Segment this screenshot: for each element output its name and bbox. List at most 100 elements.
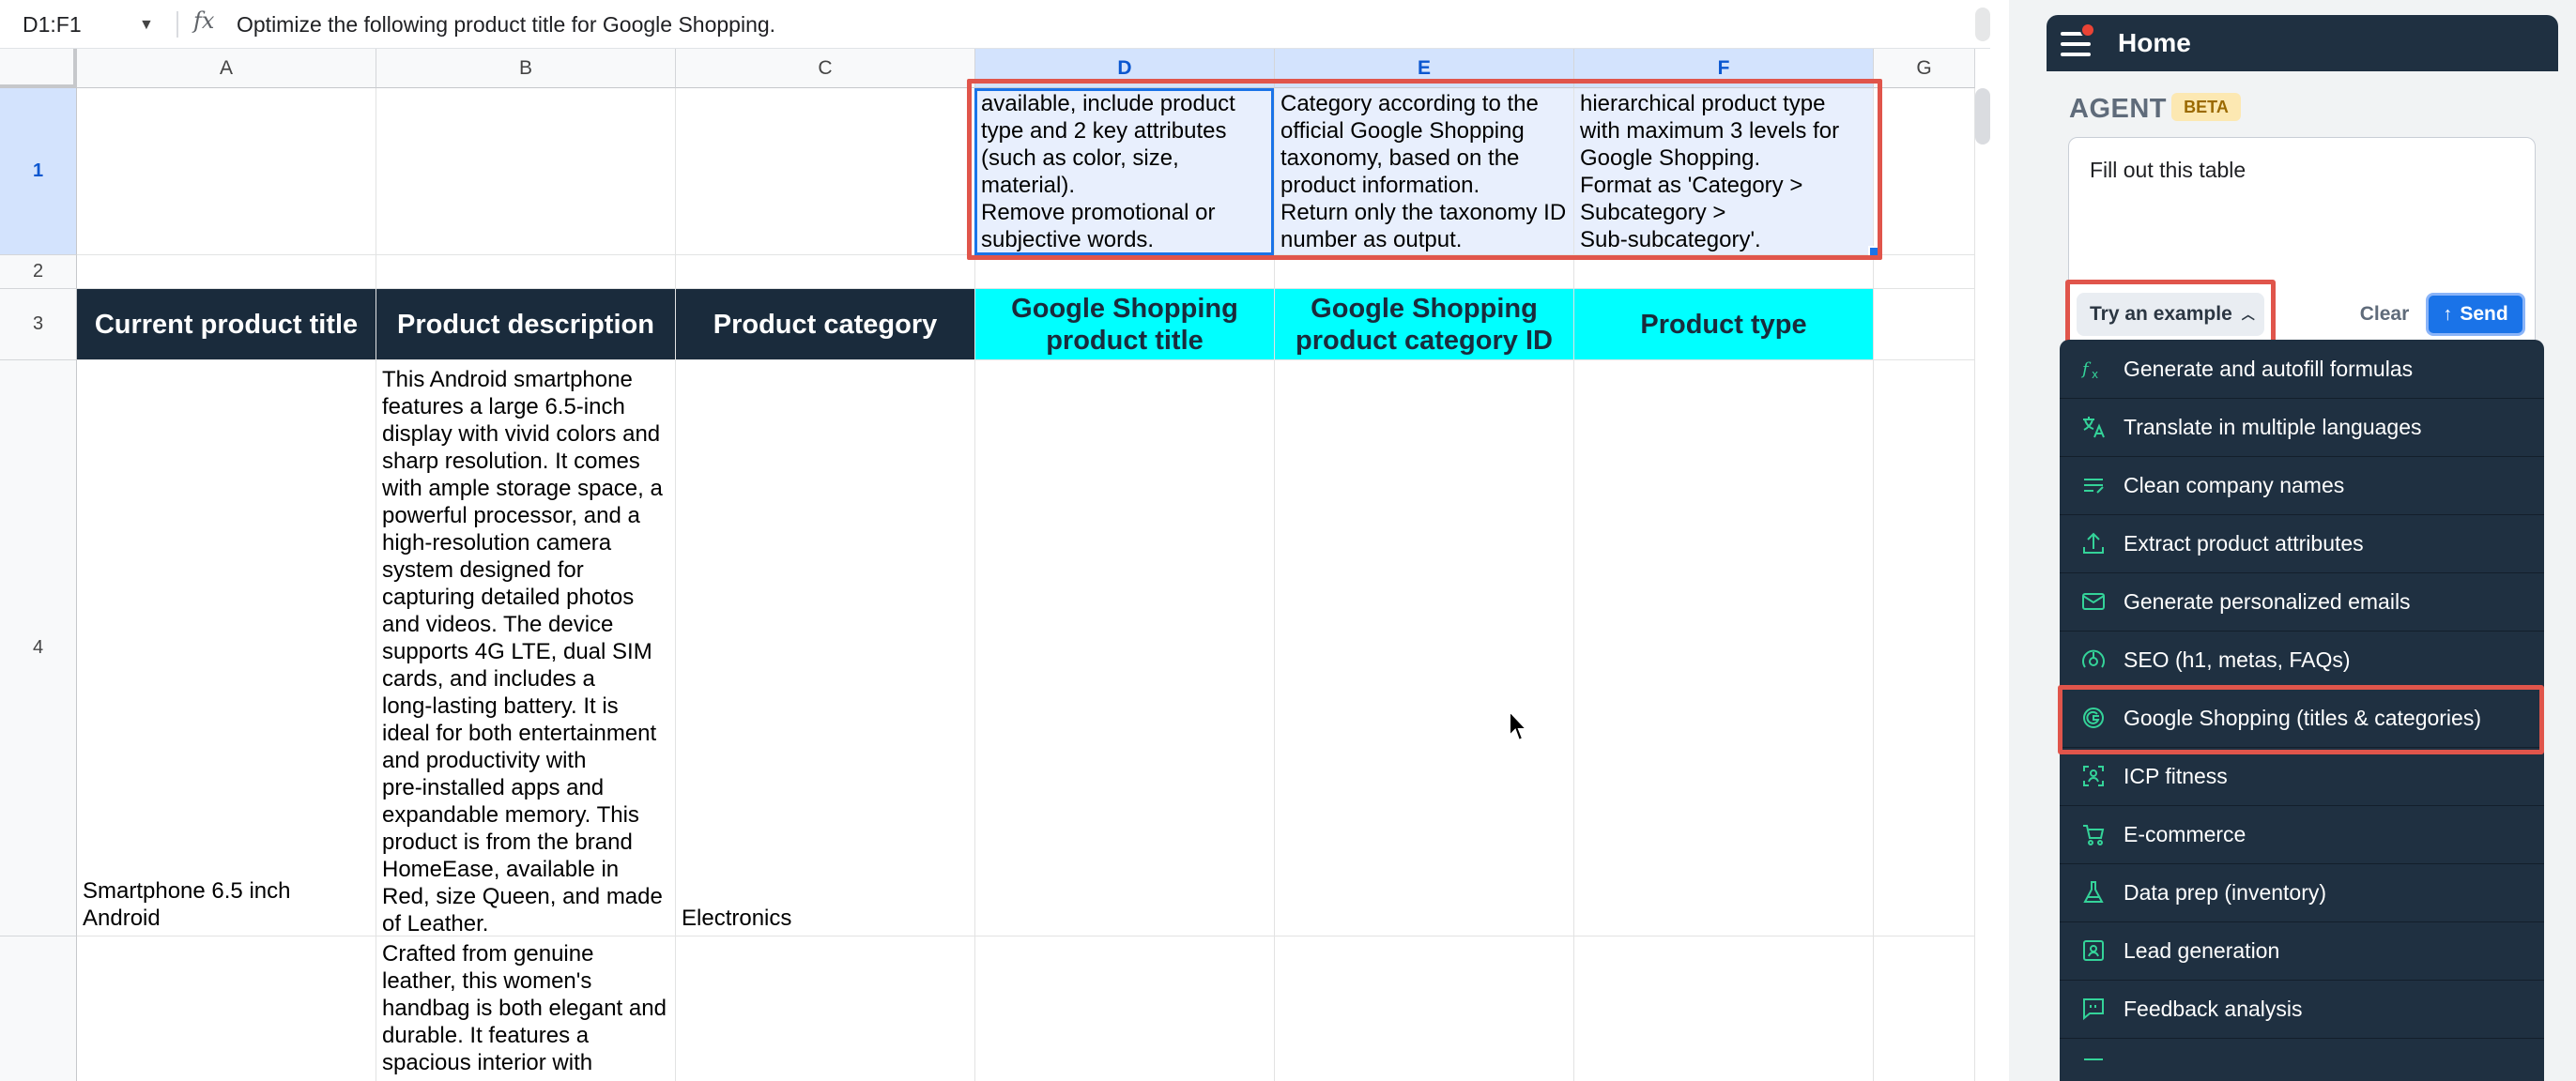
menu-item-label: Clean company names xyxy=(2124,472,2345,497)
menu-item-ecommerce[interactable]: E-commerce xyxy=(2060,805,2544,864)
beta-badge: BETA xyxy=(2171,93,2241,121)
send-button[interactable]: ↑ Send xyxy=(2426,293,2525,336)
row-header-5[interactable] xyxy=(0,936,77,1081)
cart-icon xyxy=(2080,821,2107,847)
row-header-4[interactable]: 4 xyxy=(0,360,77,936)
cell-a1[interactable] xyxy=(77,88,376,255)
cell-e5[interactable] xyxy=(1275,936,1574,1081)
menu-item-translate[interactable]: Translate in multiple languages xyxy=(2060,398,2544,457)
cell-d4[interactable] xyxy=(975,360,1275,936)
clear-button[interactable]: Clear xyxy=(2347,293,2422,336)
cell-a5[interactable] xyxy=(77,936,376,1081)
fx-icon: fx xyxy=(193,8,215,34)
cell-c1[interactable] xyxy=(676,88,975,255)
cell-b2[interactable] xyxy=(376,255,676,289)
cell-g3[interactable] xyxy=(1874,289,1975,360)
column-header-g[interactable]: G xyxy=(1874,49,1975,88)
menu-item-more[interactable] xyxy=(2060,1038,2544,1081)
cell-a4-text: Smartphone 6.5 inch Android xyxy=(83,878,291,931)
cell-c5[interactable] xyxy=(676,936,975,1081)
cell-g5[interactable] xyxy=(1874,936,1975,1081)
header-google-shopping-category-id[interactable]: Google Shopping product category ID xyxy=(1275,289,1574,360)
column-header-b[interactable]: B xyxy=(376,49,676,88)
cell-c2[interactable] xyxy=(676,255,975,289)
email-icon xyxy=(2080,588,2107,615)
function-icon: fx xyxy=(2080,356,2107,382)
select-all-corner[interactable] xyxy=(0,49,77,88)
cell-e4[interactable] xyxy=(1275,360,1574,936)
cell-a4[interactable]: Smartphone 6.5 inch Android xyxy=(77,360,376,936)
highlight-box-selected-range xyxy=(967,79,1882,260)
row-number: 4 xyxy=(32,637,44,658)
svg-text:x: x xyxy=(2092,368,2098,381)
seo-gauge-icon xyxy=(2080,647,2107,673)
header-google-shopping-title[interactable]: Google Shopping product title xyxy=(975,289,1275,360)
menu-item-seo[interactable]: SEO (h1, metas, FAQs) xyxy=(2060,631,2544,690)
cell-b1[interactable] xyxy=(376,88,676,255)
menu-item-clean-names[interactable]: Clean company names xyxy=(2060,456,2544,515)
cell-f5[interactable] xyxy=(1574,936,1874,1081)
row-header-2[interactable]: 2 xyxy=(0,255,77,289)
more-icon xyxy=(2080,1054,2107,1080)
column-header-a[interactable]: A xyxy=(77,49,376,88)
svg-text:f: f xyxy=(2080,359,2092,379)
flask-icon xyxy=(2080,879,2107,906)
grid-scrollbar[interactable] xyxy=(1975,88,1990,145)
row-number: 1 xyxy=(32,160,44,181)
header-current-product-title[interactable]: Current product title xyxy=(77,289,376,360)
person-search-icon xyxy=(2080,763,2107,789)
extract-icon xyxy=(2080,530,2107,556)
chevron-down-icon[interactable]: ▼ xyxy=(139,17,158,33)
arrow-up-icon: ↑ xyxy=(2443,303,2453,325)
translate-icon xyxy=(2080,414,2107,440)
cell-a2[interactable] xyxy=(77,255,376,289)
agent-label: AGENT xyxy=(2069,93,2167,124)
mouse-cursor-icon xyxy=(1509,709,1529,742)
menu-item-data-prep[interactable]: Data prep (inventory) xyxy=(2060,863,2544,922)
cell-d2[interactable] xyxy=(975,255,1275,289)
formula-input[interactable]: Optimize the following product title for… xyxy=(237,0,775,49)
cell-b4[interactable]: This Android smartphone features a large… xyxy=(376,360,676,936)
highlight-box-google-shopping xyxy=(2058,685,2544,754)
menu-item-personalized-emails[interactable]: Generate personalized emails xyxy=(2060,572,2544,632)
header-product-description[interactable]: Product description xyxy=(376,289,676,360)
menu-item-label: Generate personalized emails xyxy=(2124,588,2411,614)
menu-item-label: E-commerce xyxy=(2124,821,2246,846)
row-header-1[interactable]: 1 xyxy=(0,88,77,255)
cell-f4[interactable] xyxy=(1574,360,1874,936)
menu-item-feedback-analysis[interactable]: Feedback analysis xyxy=(2060,980,2544,1039)
cell-g2[interactable] xyxy=(1874,255,1975,289)
menu-item-generate-formulas[interactable]: fx Generate and autofill formulas xyxy=(2060,340,2544,399)
row-number: 2 xyxy=(32,261,44,282)
clean-list-icon xyxy=(2080,472,2107,498)
menu-item-label: Feedback analysis xyxy=(2124,996,2303,1021)
row-number: 3 xyxy=(32,313,44,334)
prompt-text: Fill out this table xyxy=(2090,158,2246,182)
menu-item-label: Extract product attributes xyxy=(2124,530,2364,556)
feedback-icon xyxy=(2080,996,2107,1022)
cell-g1[interactable] xyxy=(1874,88,1975,255)
header-product-type[interactable]: Product type xyxy=(1574,289,1874,360)
sidebar-title: Home xyxy=(2118,28,2191,57)
menu-item-icp-fitness[interactable]: ICP fitness xyxy=(2060,747,2544,806)
cell-f2[interactable] xyxy=(1574,255,1874,289)
header-product-category[interactable]: Product category xyxy=(676,289,975,360)
cell-b5[interactable]: Crafted from genuine leather, this women… xyxy=(376,936,676,1081)
menu-item-label: SEO (h1, metas, FAQs) xyxy=(2124,647,2351,672)
column-header-c[interactable]: C xyxy=(676,49,975,88)
menu-item-label: Data prep (inventory) xyxy=(2124,879,2327,905)
contact-card-icon xyxy=(2080,937,2107,964)
cell-e2[interactable] xyxy=(1275,255,1574,289)
cell-d5[interactable] xyxy=(975,936,1275,1081)
formula-bar-divider xyxy=(176,11,178,38)
menu-item-lead-generation[interactable]: Lead generation xyxy=(2060,921,2544,981)
send-label: Send xyxy=(2460,303,2508,325)
cell-c4[interactable]: Electronics xyxy=(676,360,975,936)
row-header-3[interactable]: 3 xyxy=(0,289,77,360)
menu-item-extract-attributes[interactable]: Extract product attributes xyxy=(2060,514,2544,573)
menu-item-label: Generate and autofill formulas xyxy=(2124,356,2414,381)
cell-g4[interactable] xyxy=(1874,360,1975,936)
menu-item-label: Lead generation xyxy=(2124,937,2280,963)
formula-scrollbar[interactable] xyxy=(1975,8,1990,41)
menu-item-label: ICP fitness xyxy=(2124,763,2228,788)
